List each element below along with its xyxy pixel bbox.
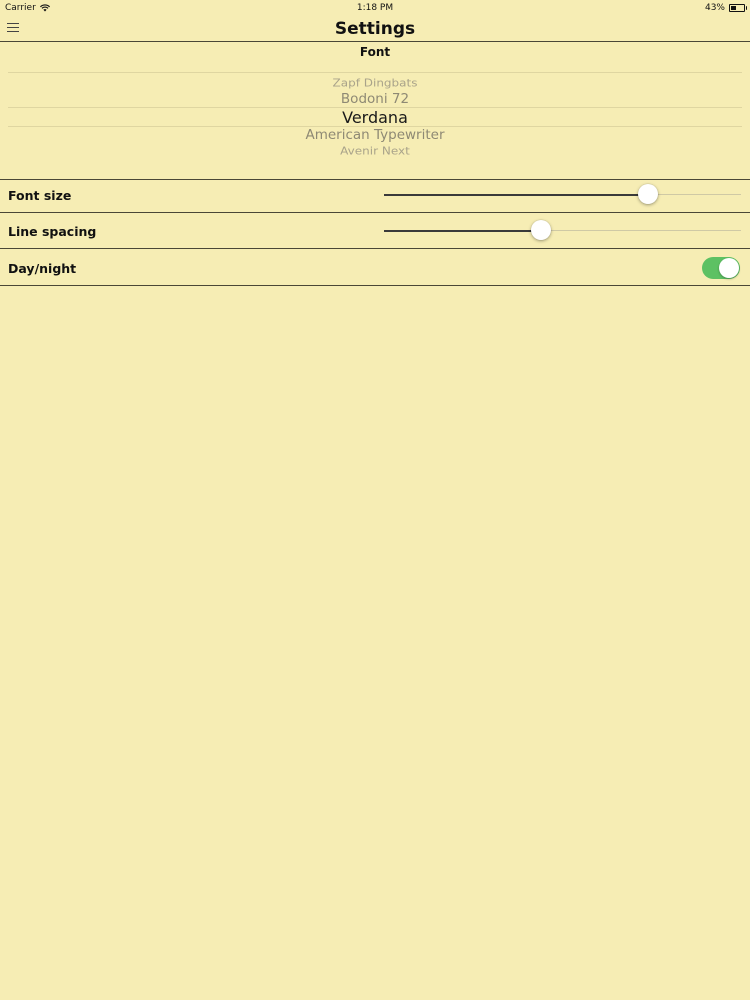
toggle-knob xyxy=(719,258,739,278)
font-size-slider[interactable] xyxy=(384,183,741,207)
status-right: 43% xyxy=(704,3,747,13)
font-section-header: Font xyxy=(359,45,391,59)
section-divider xyxy=(0,285,750,286)
battery-percent: 43% xyxy=(704,3,725,13)
day-night-row: Day/night xyxy=(0,248,750,286)
battery-icon xyxy=(729,4,747,12)
picker-divider xyxy=(8,72,742,73)
font-option[interactable]: Avenir Next xyxy=(0,145,750,157)
status-bar: Carrier 1:18 PM 43% xyxy=(0,0,750,16)
slider-track-fill xyxy=(384,230,542,232)
font-option-selected[interactable]: Verdana xyxy=(0,108,750,127)
page-title: Settings xyxy=(334,19,416,39)
day-night-label: Day/night xyxy=(8,261,77,276)
day-night-toggle[interactable] xyxy=(702,257,740,279)
font-option[interactable]: Bodoni 72 xyxy=(0,91,750,107)
line-spacing-label: Line spacing xyxy=(8,224,97,239)
font-size-row: Font size xyxy=(0,179,750,212)
font-picker[interactable]: Zapf Dingbats Bodoni 72 Verdana American… xyxy=(0,68,750,168)
slider-thumb[interactable] xyxy=(531,220,552,240)
font-option[interactable]: American Typewriter xyxy=(0,127,750,143)
slider-thumb[interactable] xyxy=(638,184,659,204)
status-time: 1:18 PM xyxy=(356,3,394,13)
font-section: Font Zapf Dingbats Bodoni 72 Verdana Ame… xyxy=(0,42,750,179)
line-spacing-row: Line spacing xyxy=(0,212,750,248)
font-size-label: Font size xyxy=(8,188,72,203)
line-spacing-slider[interactable] xyxy=(384,219,741,243)
font-option[interactable]: Zapf Dingbats xyxy=(0,77,750,89)
slider-track-fill xyxy=(384,194,649,196)
navigation-bar: Settings xyxy=(0,16,750,42)
